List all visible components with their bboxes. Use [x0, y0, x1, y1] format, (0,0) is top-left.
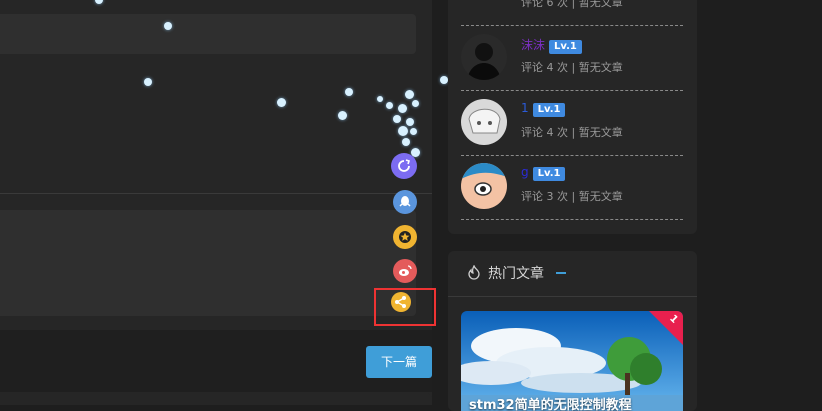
next-section [0, 393, 432, 405]
star-icon[interactable] [393, 225, 417, 249]
weibo-icon[interactable] [393, 259, 417, 283]
hot-article-item[interactable]: 1 stm32简单的无限控制教程 [461, 311, 683, 411]
divider [448, 296, 697, 297]
avatar[interactable] [461, 163, 507, 209]
hot-articles-header: 热门文章 [466, 263, 566, 283]
user-stats: 评论 3 次 | 暂无文章 [521, 190, 623, 203]
level-badge: Lv.1 [532, 167, 566, 181]
hot-articles-title: 热门文章 [488, 266, 544, 282]
divider [0, 193, 432, 194]
user-name[interactable]: g Lv.1 [521, 165, 566, 181]
next-post-button[interactable]: 下一篇 [366, 346, 432, 378]
user-stats: 评论 4 次 | 暂无文章 [521, 126, 623, 139]
post-summary-box [0, 210, 416, 316]
list-item[interactable]: 1 Lv.1 评论 4 次 | 暂无文章 [461, 91, 683, 156]
fire-icon [466, 265, 482, 281]
level-badge: Lv.1 [549, 40, 582, 54]
qq-icon[interactable] [393, 190, 417, 214]
user-name[interactable]: 沫沫 Lv.1 [521, 36, 582, 54]
article-title[interactable]: stm32简单的无限控制教程 [469, 394, 632, 411]
avatar[interactable] [461, 34, 507, 80]
level-badge: Lv.1 [532, 103, 566, 117]
avatar[interactable] [461, 99, 507, 145]
refresh-share-icon[interactable] [391, 153, 417, 179]
list-item[interactable]: g Lv.1 评论 3 次 | 暂无文章 [461, 155, 683, 220]
list-item[interactable]: 沫沫 Lv.1 评论 4 次 | 暂无文章 [461, 26, 683, 91]
comment-input-area[interactable] [0, 14, 416, 54]
user-stats: 评论 4 次 | 暂无文章 [521, 61, 623, 74]
title-accent [556, 272, 566, 274]
list-item[interactable]: 评论 6 次 | 暂无文章 [461, 0, 683, 26]
highlight-box [374, 288, 436, 326]
user-name[interactable]: 1 Lv.1 [521, 101, 566, 117]
user-stats: 评论 6 次 | 暂无文章 [521, 0, 623, 9]
